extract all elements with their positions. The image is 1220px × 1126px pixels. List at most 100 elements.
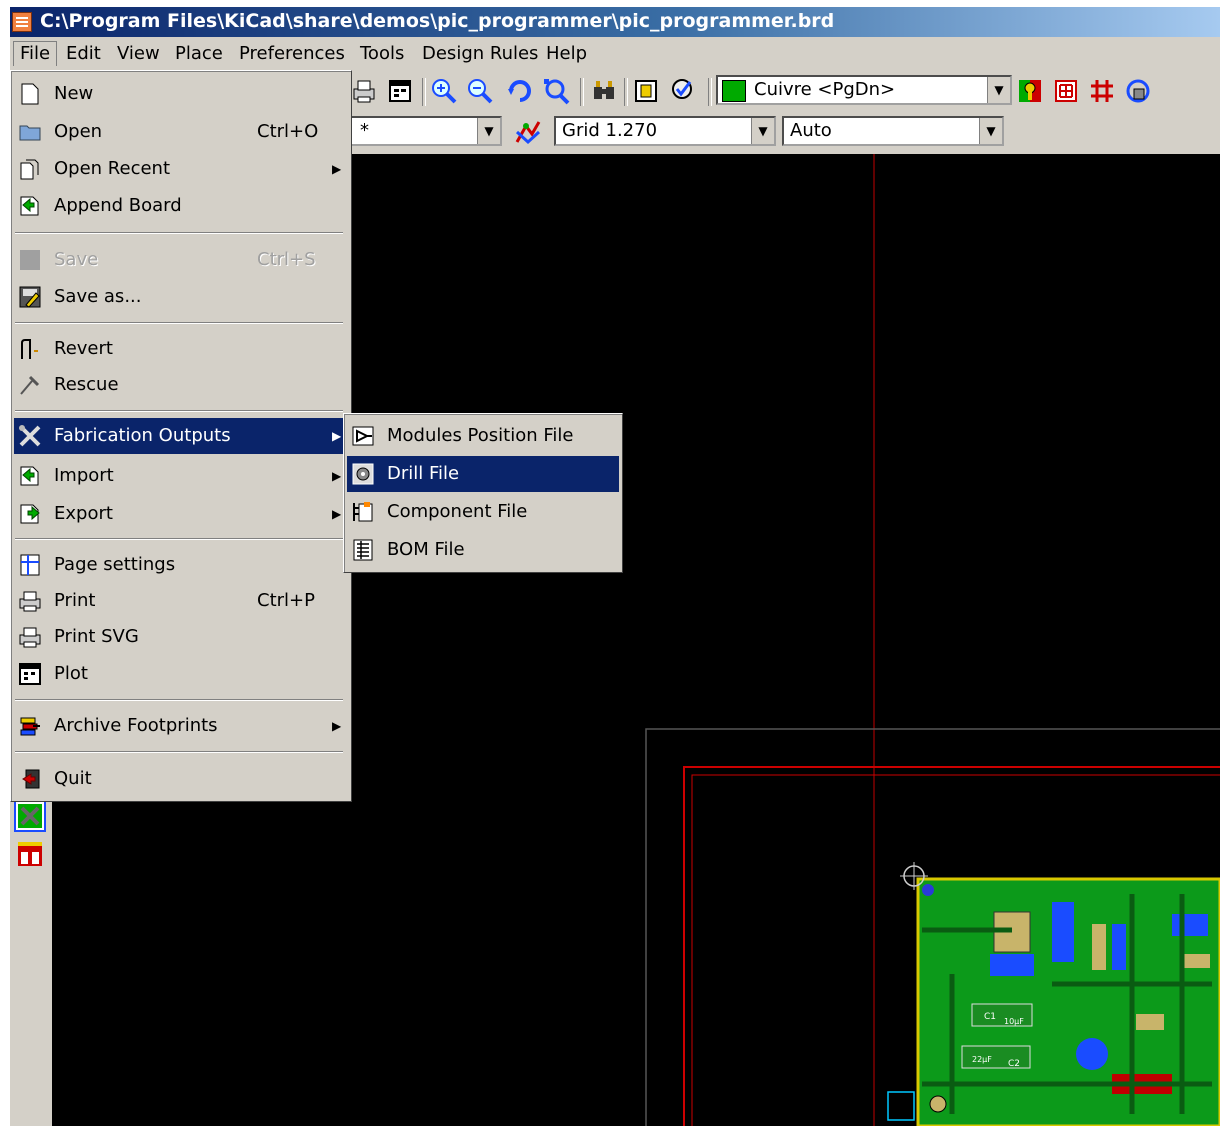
layer-select[interactable]: Cuivre <PgDn> ▼	[716, 75, 1012, 105]
menu-open-recent[interactable]: Open Recent ▶	[14, 151, 348, 187]
print-icon[interactable]	[350, 77, 378, 105]
grid-select[interactable]: Grid 1.270 ▼	[554, 116, 776, 146]
menu-page-settings[interactable]: Page settings	[14, 547, 348, 583]
menu-preferences[interactable]: Preferences	[233, 42, 351, 66]
zoom-fit-icon[interactable]	[542, 77, 570, 105]
save-icon	[20, 250, 40, 270]
plot-icon[interactable]	[386, 77, 414, 105]
submenu-arrow-icon: ▶	[332, 469, 342, 483]
chevron-down-icon[interactable]: ▼	[987, 77, 1010, 103]
drill-file-icon	[352, 463, 374, 485]
component-file-icon	[353, 502, 373, 522]
menu-plot[interactable]: Plot	[14, 656, 348, 692]
c1-value-label: 10µF	[1004, 1017, 1024, 1026]
archive-footprints-icon	[20, 717, 40, 736]
menu-bom-file[interactable]: BOM File	[347, 532, 619, 568]
submenu-arrow-icon: ▶	[332, 162, 342, 176]
c2-label: C2	[1008, 1059, 1020, 1069]
menu-place[interactable]: Place	[169, 42, 229, 66]
menu-quit[interactable]: Quit	[14, 761, 348, 797]
menu-fabrication-outputs[interactable]: Fabrication Outputs ▶	[14, 418, 348, 454]
menu-modules-position-file[interactable]: Modules Position File	[347, 418, 619, 454]
toolbar-separator	[708, 78, 712, 106]
zoom-in-icon[interactable]	[430, 77, 458, 105]
open-recent-icon	[20, 159, 39, 180]
menu-new[interactable]: New	[14, 76, 348, 112]
module-editor-icon[interactable]	[14, 838, 46, 870]
export-icon	[20, 504, 40, 524]
layer-pair-icon[interactable]	[1016, 77, 1044, 105]
chevron-down-icon[interactable]: ▼	[477, 118, 500, 144]
net-select[interactable]: * ▼	[350, 116, 502, 146]
fabrication-outputs-submenu: Modules Position File Drill File Compone…	[343, 413, 623, 573]
quit-icon	[22, 769, 40, 789]
toolbar-separator	[580, 78, 584, 106]
bom-file-icon	[353, 539, 373, 561]
menu-separator	[15, 410, 343, 412]
find-icon[interactable]	[590, 77, 618, 105]
drc-icon[interactable]	[670, 77, 698, 105]
menu-revert[interactable]: Revert	[14, 331, 348, 367]
page-settings-icon	[20, 554, 40, 576]
net-highlight-icon[interactable]	[514, 118, 542, 146]
layer-select-value: Cuivre <PgDn>	[754, 79, 896, 100]
submenu-arrow-icon: ▶	[332, 507, 342, 521]
chevron-down-icon[interactable]: ▼	[979, 118, 1002, 144]
menu-print[interactable]: Print Ctrl+P	[14, 583, 348, 619]
save-as-icon	[19, 286, 41, 308]
open-folder-icon	[19, 125, 41, 141]
grid-select-value: Grid 1.270	[562, 120, 658, 141]
revert-icon	[21, 339, 38, 359]
menu-help[interactable]: Help	[540, 42, 593, 66]
title-bar: C:\Program Files\KiCad\share\demos\pic_p…	[10, 7, 1220, 37]
module-ratsnest-icon[interactable]	[1088, 77, 1116, 105]
menu-save[interactable]: Save Ctrl+S	[14, 242, 348, 278]
kicad-app-icon[interactable]	[12, 12, 32, 32]
menu-component-file[interactable]: Component File	[347, 494, 619, 530]
menu-open[interactable]: Open Ctrl+O	[14, 114, 348, 150]
net-select-value: *	[360, 120, 369, 141]
menu-file[interactable]: File	[13, 41, 58, 66]
zoom-select[interactable]: Auto ▼	[782, 116, 1004, 146]
chevron-down-icon[interactable]: ▼	[751, 118, 774, 144]
append-board-icon	[20, 196, 39, 216]
plot-icon	[19, 663, 41, 685]
toolbar-separator	[624, 78, 628, 106]
fabrication-tool-icon[interactable]	[14, 800, 46, 832]
redraw-icon[interactable]	[506, 77, 534, 105]
menu-append-board[interactable]: Append Board	[14, 188, 348, 224]
window-title: C:\Program Files\KiCad\share\demos\pic_p…	[40, 10, 835, 32]
menu-save-as[interactable]: Save as...	[14, 279, 348, 315]
auto-route-icon[interactable]	[1124, 77, 1152, 105]
layer-color-swatch	[722, 80, 746, 102]
new-file-icon	[21, 83, 39, 105]
menu-separator	[15, 699, 343, 701]
submenu-arrow-icon: ▶	[332, 719, 342, 733]
print-svg-icon	[19, 627, 41, 648]
zoom-out-icon[interactable]	[466, 77, 494, 105]
menu-separator	[15, 232, 343, 234]
menu-archive-footprints[interactable]: Archive Footprints ▶	[14, 708, 348, 744]
import-icon	[20, 466, 39, 486]
menu-bar: File Edit View Place Preferences Tools D…	[10, 37, 1220, 70]
menu-tools[interactable]: Tools	[354, 42, 410, 66]
menu-view[interactable]: View	[111, 42, 166, 66]
netlist-icon[interactable]	[632, 77, 660, 105]
fabrication-tools-icon	[19, 425, 41, 447]
menu-separator	[15, 538, 343, 540]
menu-import[interactable]: Import ▶	[14, 458, 348, 494]
show-ratsnest-icon[interactable]	[1052, 77, 1080, 105]
printer-icon	[19, 591, 41, 612]
menu-rescue[interactable]: Rescue	[14, 367, 348, 403]
menu-export[interactable]: Export ▶	[14, 496, 348, 532]
zoom-select-value: Auto	[790, 120, 832, 141]
menu-design-rules[interactable]: Design Rules	[416, 42, 544, 66]
c1-label: C1	[984, 1012, 996, 1022]
menu-print-svg[interactable]: Print SVG	[14, 619, 348, 655]
submenu-arrow-icon: ▶	[332, 429, 342, 443]
menu-drill-file[interactable]: Drill File	[347, 456, 619, 492]
menu-separator	[15, 751, 343, 753]
c2-value-label: 22µF	[972, 1055, 992, 1064]
menu-separator	[15, 322, 343, 324]
menu-edit[interactable]: Edit	[60, 42, 107, 66]
